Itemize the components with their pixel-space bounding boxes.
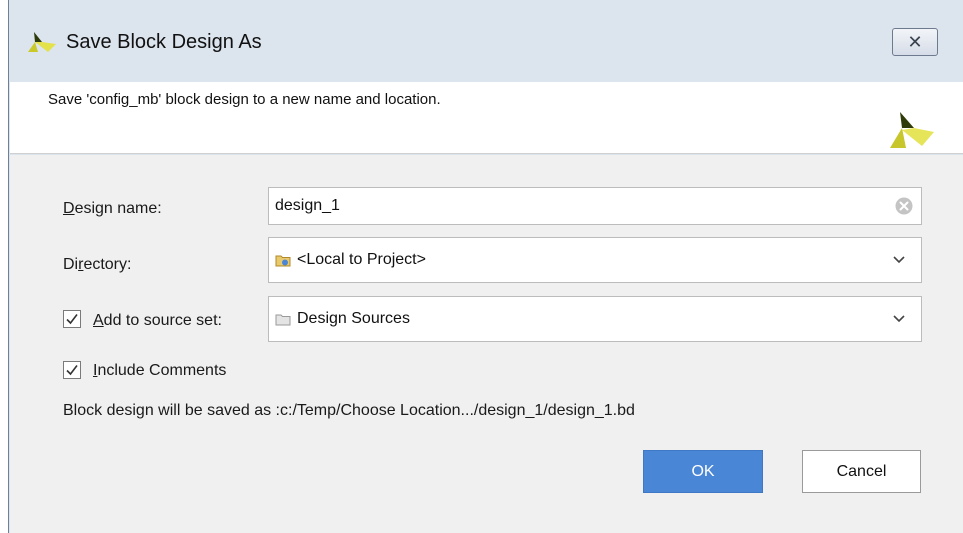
directory-label: Directory: bbox=[63, 256, 132, 273]
clear-icon[interactable] bbox=[895, 197, 913, 215]
directory-dropdown[interactable]: <Local to Project> bbox=[268, 237, 922, 283]
save-path-text: Block design will be saved as :c:/Temp/C… bbox=[63, 402, 635, 419]
source-set-dropdown[interactable]: Design Sources bbox=[268, 296, 922, 342]
dialog-description: Save 'config_mb' block design to a new n… bbox=[48, 91, 441, 108]
close-button[interactable]: ✕ bbox=[892, 28, 938, 56]
chevron-down-icon bbox=[893, 256, 905, 264]
add-to-source-set-label[interactable]: Add to source set: bbox=[93, 312, 222, 330]
source-set-value: Design Sources bbox=[297, 310, 410, 327]
save-block-design-dialog: Save Block Design As ✕ Save 'config_mb' … bbox=[8, 0, 963, 533]
checkmark-icon bbox=[66, 314, 78, 325]
directory-value-wrap: <Local to Project> bbox=[275, 251, 426, 269]
design-name-value: design_1 bbox=[275, 197, 340, 214]
vivado-logo-icon bbox=[890, 112, 934, 148]
form-panel: Design name: design_1 Directory: <Local … bbox=[10, 155, 963, 533]
ok-button[interactable]: OK bbox=[643, 450, 763, 493]
directory-value: <Local to Project> bbox=[297, 251, 426, 268]
project-folder-icon bbox=[275, 255, 291, 267]
dialog-title: Save Block Design As bbox=[66, 31, 262, 53]
description-panel: Save 'config_mb' block design to a new n… bbox=[10, 82, 963, 154]
add-to-source-set-checkbox[interactable] bbox=[63, 310, 81, 328]
folder-icon bbox=[275, 314, 291, 325]
include-comments-checkbox[interactable] bbox=[63, 361, 81, 379]
vivado-logo-icon bbox=[28, 32, 56, 52]
design-name-label: Design name: bbox=[63, 200, 162, 217]
include-comments-label[interactable]: Include Comments bbox=[93, 362, 226, 380]
cancel-button[interactable]: Cancel bbox=[802, 450, 921, 493]
close-icon: ✕ bbox=[907, 31, 923, 52]
checkmark-icon bbox=[66, 365, 78, 376]
chevron-down-icon bbox=[893, 315, 905, 323]
title-bar: Save Block Design As ✕ bbox=[9, 0, 963, 82]
design-name-input[interactable]: design_1 bbox=[268, 187, 922, 225]
source-set-value-wrap: Design Sources bbox=[275, 310, 410, 328]
